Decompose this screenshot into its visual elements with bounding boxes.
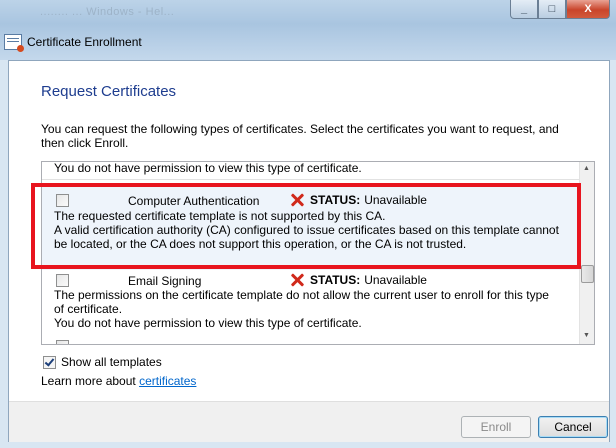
window-controls: _ □ X (510, 0, 610, 19)
minimize-button[interactable]: _ (510, 0, 538, 19)
cert-desc-line: The permissions on the certificate templ… (54, 288, 549, 302)
show-all-checkbox[interactable] (43, 355, 56, 369)
checkbox-email-signing[interactable] (56, 274, 69, 287)
cert-desc-line: of certificate. (54, 302, 123, 316)
list-scrollbar[interactable]: ▲ ▼ (579, 162, 594, 344)
cancel-button[interactable]: Cancel (538, 416, 608, 438)
window-title: Certificate Enrollment (27, 35, 142, 49)
cert-desc-line: You do not have permission to view this … (54, 316, 362, 330)
close-button[interactable]: X (566, 0, 610, 19)
intro-text: You can request the following types of c… (41, 122, 559, 150)
cert-name: Email Signing (128, 274, 202, 288)
background-window-text: ........ ... Windows - Hel... (40, 6, 175, 18)
error-x-icon (290, 273, 304, 287)
status-label: STATUS: (310, 273, 361, 287)
scroll-up-arrow-icon[interactable]: ▲ (583, 165, 590, 172)
window-title-row: Certificate Enrollment (4, 34, 142, 52)
status: STATUS: Unavailable (290, 273, 427, 287)
list-divider (42, 179, 579, 180)
learn-more: Learn more about certificates (41, 374, 196, 388)
highlight-box (31, 183, 581, 269)
certificates-link[interactable]: certificates (139, 374, 196, 388)
show-all-label: Show all templates (61, 355, 162, 369)
page-title: Request Certificates (41, 83, 177, 100)
button-bar: Enroll Cancel (9, 401, 609, 442)
show-all-templates[interactable]: Show all templates (43, 355, 162, 369)
enroll-button[interactable]: Enroll (461, 416, 531, 438)
title-bar: ........ ... Windows - Hel... _ □ X Cert… (0, 0, 616, 60)
checkbox-next-item[interactable] (56, 340, 69, 344)
scroll-thumb[interactable] (581, 265, 594, 283)
list-item-partial: You do not have permission to view this … (42, 162, 579, 176)
maximize-button[interactable]: □ (538, 0, 566, 19)
learn-more-text: Learn more about (41, 374, 140, 388)
list-item-email-signing[interactable]: Email Signing STATUS: Unavailable The pe… (42, 273, 579, 338)
list-item-desc: You do not have permission to view this … (54, 161, 362, 175)
certificate-icon (4, 34, 24, 52)
status-value: Unavailable (364, 273, 427, 287)
scroll-down-arrow-icon[interactable]: ▼ (583, 332, 590, 339)
